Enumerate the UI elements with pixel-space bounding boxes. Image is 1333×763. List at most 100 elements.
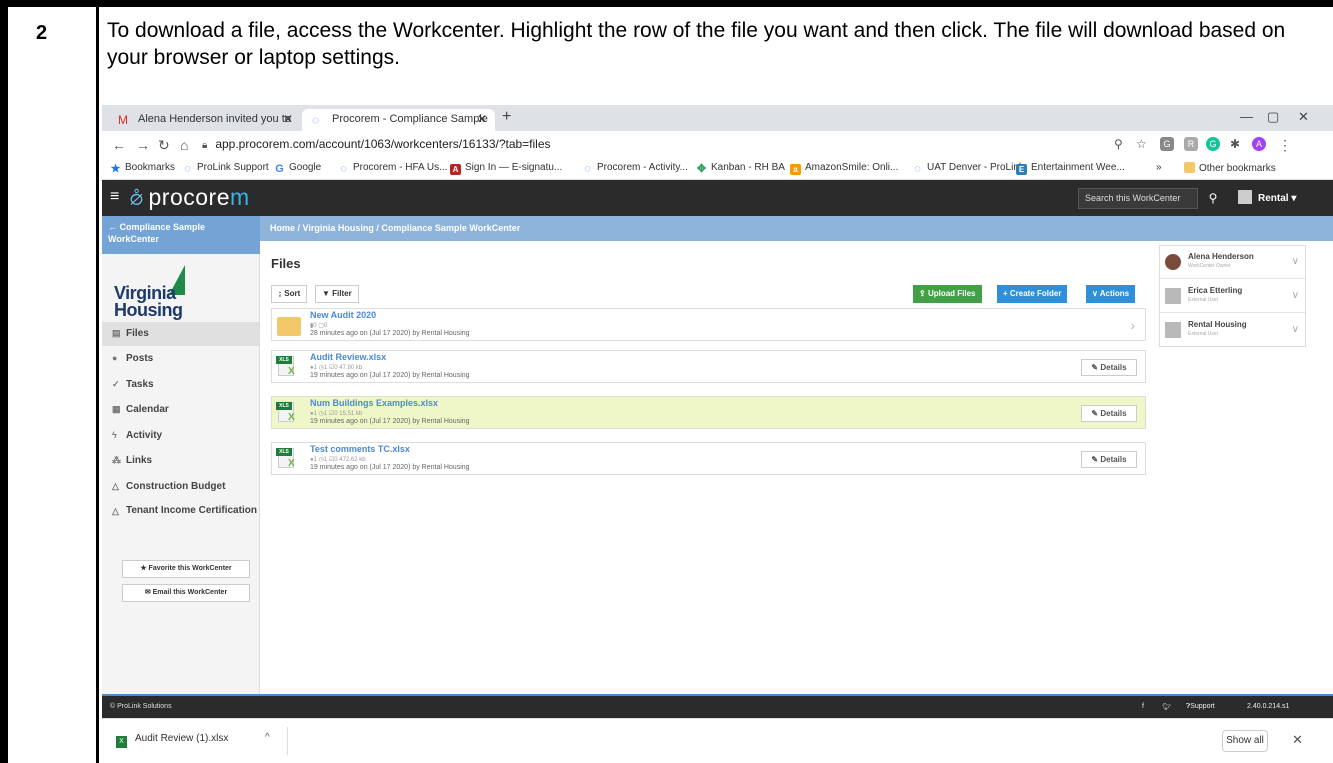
details-button[interactable]: ✎ Details bbox=[1081, 405, 1137, 422]
forward-icon[interactable]: → bbox=[136, 137, 150, 153]
sidebar-item-files[interactable]: ▤ Files bbox=[102, 322, 259, 346]
tab-procorem[interactable]: ◌ Procorem - Compliance Sample ✕ bbox=[302, 109, 495, 131]
google-icon: G bbox=[275, 163, 284, 175]
tab-gmail[interactable]: M Alena Henderson invited you to ✕ bbox=[108, 109, 301, 131]
workcenter-search-input[interactable]: Search this WorkCenter bbox=[1078, 188, 1198, 209]
avatar bbox=[1165, 254, 1181, 270]
member-item[interactable]: Alena Henderson WorkCenter Owner ∨ bbox=[1160, 246, 1305, 279]
app-footer: © ProLink Solutions f 🐦︎ ❓︎Support 2.40.… bbox=[102, 694, 1333, 718]
ew-icon: E bbox=[1016, 164, 1027, 175]
profile-avatar[interactable]: A bbox=[1252, 137, 1266, 151]
new-tab-icon[interactable]: + bbox=[502, 108, 511, 126]
bookmark-item[interactable]: ◌ ProLink Support bbox=[182, 162, 269, 175]
extensions-puzzle-icon[interactable]: ✱ bbox=[1230, 137, 1240, 151]
bookmarks-overflow[interactable]: » bbox=[1156, 162, 1162, 173]
bookmark-folder[interactable]: Other bookmarks bbox=[1184, 162, 1276, 174]
chevron-down-icon[interactable]: ∨ bbox=[1292, 290, 1299, 301]
zoom-icon[interactable]: ⚲ bbox=[1114, 137, 1123, 151]
window-close-icon[interactable]: ✕ bbox=[1298, 109, 1309, 125]
bookmark-item[interactable]: ◌ Procorem - Activity... bbox=[582, 162, 688, 175]
edit-icon: ✎ bbox=[1091, 363, 1101, 372]
maximize-icon[interactable]: ▢ bbox=[1267, 109, 1279, 125]
twitter-icon[interactable]: 🐦︎ bbox=[1162, 703, 1171, 711]
file-meta: ●1 ◷1 ☑0 472.62 kb bbox=[310, 457, 366, 463]
url-field[interactable]: 🔒︎ app.procorem.com/account/1063/workcent… bbox=[202, 134, 1102, 155]
avatar bbox=[1238, 190, 1252, 204]
sidebar-item-links[interactable]: ⁂ Links bbox=[102, 449, 259, 473]
procorem-logo[interactable]: ⦲ procorem bbox=[130, 184, 250, 211]
sort-button[interactable]: ↨ Sort bbox=[271, 285, 308, 303]
star-icon[interactable]: ☆ bbox=[1136, 137, 1147, 151]
file-name[interactable]: Audit Review.xlsx bbox=[310, 352, 386, 362]
download-bar: X Audit Review (1).xlsx ^ Show all ✕ bbox=[102, 718, 1333, 763]
grammarly-icon[interactable]: G bbox=[1206, 137, 1220, 151]
upload-files-button[interactable]: ⇪ Upload Files bbox=[913, 285, 982, 303]
file-row[interactable]: XLS X Test comments TC.xlsx ●1 ◷1 ☑0 472.… bbox=[271, 442, 1146, 475]
sidebar-item-calendar[interactable]: ▦ Calendar bbox=[102, 398, 259, 422]
folder-icon bbox=[277, 317, 301, 336]
sidebar-item-construction-budget[interactable]: △ Construction Budget bbox=[102, 475, 259, 499]
member-item[interactable]: Erica Etterling External User ∨ bbox=[1160, 280, 1305, 313]
file-name[interactable]: Num Buildings Examples.xlsx bbox=[310, 398, 438, 408]
back-icon[interactable]: ← bbox=[112, 137, 126, 153]
table-column-divider bbox=[96, 7, 99, 763]
procorem-icon: ◌ bbox=[184, 163, 191, 175]
file-name[interactable]: New Audit 2020 bbox=[310, 310, 376, 320]
extension-icon[interactable]: R bbox=[1184, 137, 1198, 151]
folder-icon bbox=[1184, 162, 1195, 173]
file-row-folder[interactable]: New Audit 2020 ▮0 ▢0 28 minutes ago on (… bbox=[271, 308, 1146, 341]
bookmark-item[interactable]: ★ Bookmarks bbox=[110, 162, 175, 175]
file-name[interactable]: Test comments TC.xlsx bbox=[310, 444, 410, 454]
member-item[interactable]: Rental Housing External User ∨ bbox=[1160, 314, 1305, 347]
avatar bbox=[1165, 322, 1181, 338]
bookmark-item[interactable]: E Entertainment Wee... bbox=[1016, 162, 1125, 175]
sidebar-item-tasks[interactable]: ✓ Tasks bbox=[102, 373, 259, 397]
filter-button[interactable]: ▼ Filter bbox=[315, 285, 359, 303]
chevron-up-icon[interactable]: ^ bbox=[265, 732, 270, 743]
bookmark-item[interactable]: a AmazonSmile: Onli... bbox=[790, 162, 898, 175]
adobe-sign-icon: A bbox=[450, 164, 461, 175]
user-menu[interactable]: Rental ▾ bbox=[1238, 190, 1296, 204]
favorite-workcenter-button[interactable]: ★ Favorite this WorkCenter bbox=[122, 560, 250, 578]
breadcrumb[interactable]: Home / Virginia Housing / Compliance Sam… bbox=[270, 223, 520, 233]
bookmark-item[interactable]: ◌ UAT Denver - ProLink bbox=[912, 162, 1024, 175]
downloaded-file[interactable]: X Audit Review (1).xlsx bbox=[116, 733, 228, 748]
reload-icon[interactable]: ↻ bbox=[158, 137, 170, 154]
chevron-down-icon[interactable]: ∨ bbox=[1292, 324, 1299, 335]
bookmark-item[interactable]: G Google bbox=[274, 162, 321, 175]
create-folder-button[interactable]: + Create Folder bbox=[997, 285, 1068, 303]
close-icon[interactable]: ✕ bbox=[1292, 732, 1303, 748]
sidebar-item-tenant-income-certification[interactable]: △ Tenant Income Certification bbox=[102, 501, 259, 533]
chevron-right-icon[interactable]: › bbox=[1130, 317, 1135, 333]
search-icon[interactable]: ⚲ bbox=[1202, 188, 1224, 209]
flask-icon: △ bbox=[112, 481, 119, 491]
facebook-icon[interactable]: f bbox=[1142, 703, 1144, 710]
browser-menu-icon[interactable]: ⋮ bbox=[1278, 137, 1292, 154]
virginia-housing-logo: Virginia Housing bbox=[114, 265, 214, 325]
sidebar-item-posts[interactable]: ● Posts bbox=[102, 347, 259, 371]
version-label: 2.40.0.214.s1 bbox=[1247, 703, 1290, 710]
bookmark-item[interactable]: ◌ Procorem - HFA Us... bbox=[338, 162, 447, 175]
address-bar: ← → ↻ ⌂ 🔒︎ app.procorem.com/account/1063/… bbox=[102, 131, 1333, 158]
minimize-icon[interactable]: — bbox=[1240, 109, 1253, 124]
extension-icon[interactable]: G bbox=[1160, 137, 1174, 151]
sidebar-item-activity[interactable]: ϟ Activity bbox=[102, 424, 259, 448]
close-tab-icon[interactable]: ✕ bbox=[477, 112, 487, 126]
bookmark-item[interactable]: ✥ Kanban - RH BA bbox=[696, 162, 785, 175]
support-link[interactable]: ❓︎Support bbox=[1186, 703, 1215, 711]
tab-label: Alena Henderson invited you to bbox=[138, 113, 291, 125]
menu-icon[interactable]: ≡ bbox=[110, 188, 119, 206]
email-workcenter-button[interactable]: ✉ Email this WorkCenter bbox=[122, 584, 250, 602]
tab-strip: M Alena Henderson invited you to ✕ ◌ Pro… bbox=[102, 105, 1333, 131]
file-row-highlighted[interactable]: XLS X Num Buildings Examples.xlsx ●1 ◷1 ☑… bbox=[271, 396, 1146, 429]
file-row[interactable]: XLS X Audit Review.xlsx ●1 ◷1 ☑0 47.80 kb… bbox=[271, 350, 1146, 383]
close-tab-icon[interactable]: ✕ bbox=[283, 112, 293, 126]
chevron-down-icon[interactable]: ∨ bbox=[1292, 256, 1299, 267]
details-button[interactable]: ✎ Details bbox=[1081, 451, 1137, 468]
show-all-button[interactable]: Show all bbox=[1222, 730, 1268, 752]
details-button[interactable]: ✎ Details bbox=[1081, 359, 1137, 376]
home-icon[interactable]: ⌂ bbox=[180, 137, 188, 153]
back-to-workcenter-link[interactable]: ← Compliance Sample WorkCenter bbox=[102, 216, 260, 254]
actions-button[interactable]: ∨ Actions bbox=[1086, 285, 1136, 303]
bookmark-item[interactable]: A Sign In — E-signatu... bbox=[450, 162, 562, 175]
